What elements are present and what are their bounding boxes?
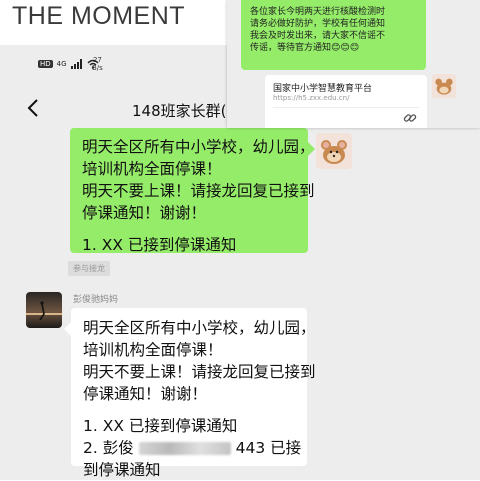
overlay-line-4: 传谣，等待官方通知😊😊😊 — [250, 43, 360, 53]
received-line-6-prefix: 2. 彭俊 — [83, 439, 134, 457]
received-line-3: 明天不要上课！请接龙回复已接到 — [83, 363, 316, 381]
received-line-1: 明天全区所有中小学校，幼儿园， — [83, 319, 316, 337]
overlay-screenshot: 各位家长今明两天进行核酸检测时 请务必做好防护，学校有任何通知 我会及时发出来，… — [227, 0, 480, 128]
overlay-line-3: 我会及时发出来，请大家不信谣不 — [250, 31, 386, 41]
received-line-6: 2. 彭俊 443 已接 — [83, 437, 301, 459]
sender-avatar[interactable] — [26, 292, 62, 328]
overlay-message-bubble[interactable]: 各位家长今明两天进行核酸检测时 请务必做好防护，学校有任何通知 我会及时发出来，… — [241, 0, 426, 70]
sent-line-5: 1. XX 已接到停课通知 — [82, 236, 237, 254]
solitaire-tag[interactable]: 参与接龙 — [68, 261, 110, 276]
sender-name: 彭俊驰妈妈 — [73, 295, 119, 305]
redacted-blur — [138, 442, 231, 455]
signal-label: 4G — [56, 60, 67, 68]
cartoon-mouse-icon — [435, 78, 453, 95]
link-divider — [273, 107, 419, 108]
received-line-2: 培训机构全面停课！ — [83, 341, 223, 359]
signal-icon — [70, 59, 82, 69]
link-title: 国家中小学智慧教育平台 — [273, 84, 373, 94]
back-arrow-icon[interactable] — [22, 96, 46, 120]
link-chain-icon — [403, 114, 417, 122]
cartoon-mouse-icon — [321, 140, 347, 164]
network-speed: 27 B/s — [92, 56, 103, 72]
sent-line-3: 明天不要上课！请接龙回复已接到 — [82, 182, 315, 200]
sent-line-4: 停课通知！谢谢！ — [82, 204, 207, 222]
sent-message-bubble[interactable]: 明天全区所有中小学校，幼儿园， 培训机构全面停课！ 明天不要上课！请接龙回复已接… — [70, 128, 315, 254]
received-message-bubble[interactable]: 明天全区所有中小学校，幼儿园， 培训机构全面停课！ 明天不要上课！请接龙回复已接… — [64, 308, 316, 479]
received-line-5: 1. XX 已接到停课通知 — [83, 417, 238, 435]
received-line-6-suffix: 443 已接 — [235, 439, 302, 457]
overlay-line-1: 各位家长今明两天进行核酸检测时 — [250, 7, 386, 17]
moment-title: THE MOMENT — [12, 2, 186, 30]
link-card[interactable]: 国家中小学智慧教育平台 https://h5.zxx.edu.cn/ — [265, 75, 427, 128]
link-url: https://h5.zxx.edu.cn/ — [273, 94, 350, 102]
self-avatar[interactable] — [316, 133, 352, 169]
received-line-7: 到停课通知 — [83, 461, 161, 479]
overlay-line-2: 请务必做好防护，学校有任何通知 — [250, 19, 386, 29]
chat-title: 148班家长群(4 — [132, 102, 237, 120]
received-line-4: 停课通知！谢谢！ — [83, 385, 208, 403]
status-icons: HD 4G — [38, 59, 99, 69]
overlay-avatar[interactable] — [432, 74, 456, 98]
sent-line-1: 明天全区所有中小学校，幼儿园， — [82, 138, 315, 156]
sunset-silhouette-icon — [26, 292, 62, 328]
sent-line-2: 培训机构全面停课！ — [82, 160, 222, 178]
hd-badge: HD — [38, 60, 53, 68]
